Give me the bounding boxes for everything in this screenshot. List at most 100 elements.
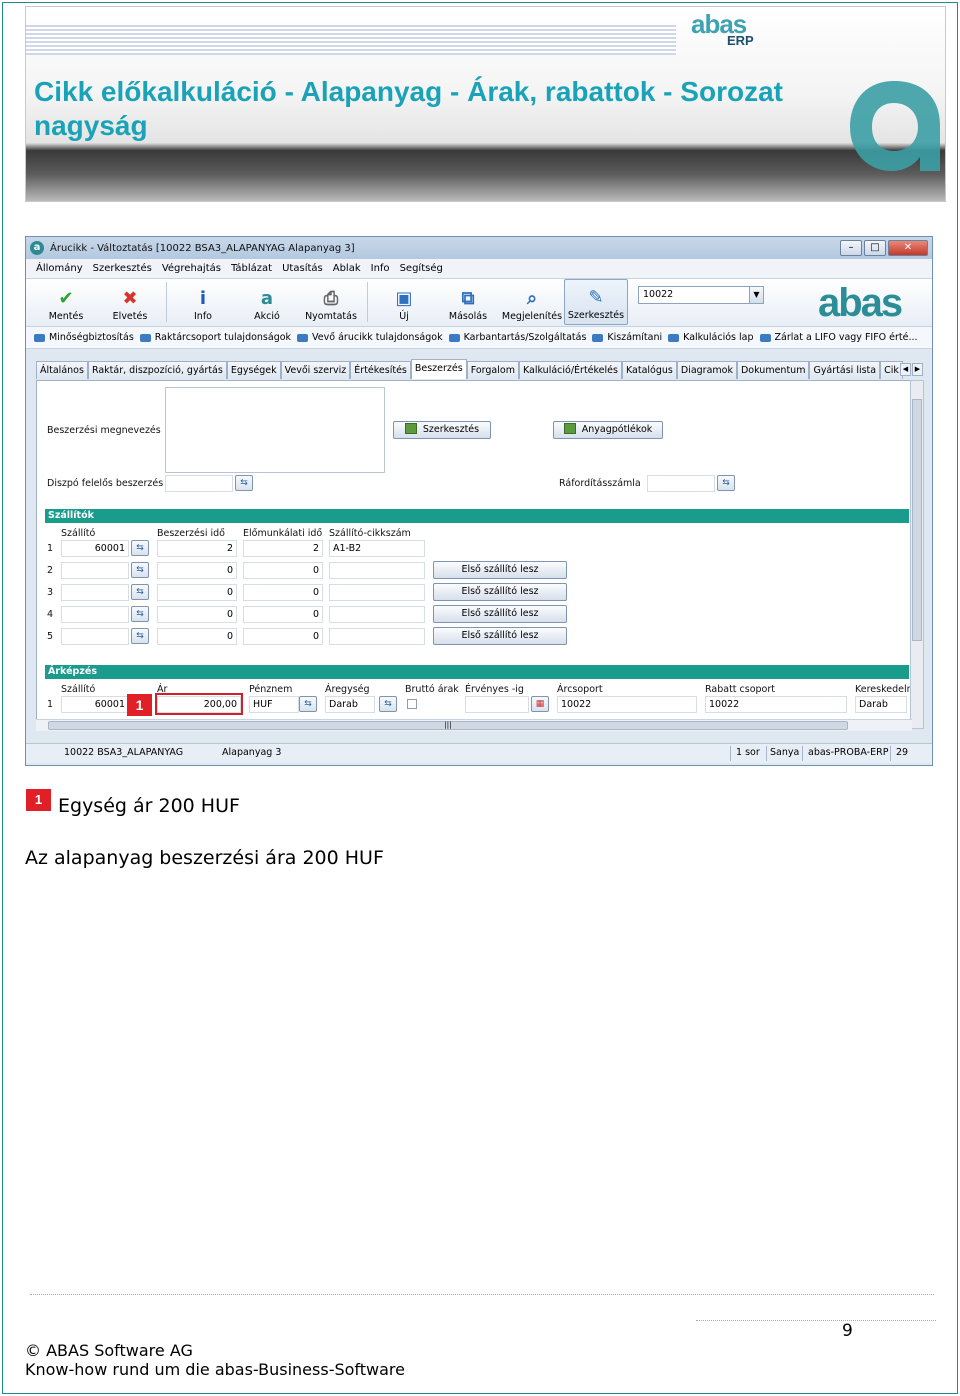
tab-document[interactable]: Dokumentum bbox=[736, 361, 810, 379]
new-button[interactable]: ▣ Új bbox=[372, 279, 436, 325]
print-button[interactable]: ⎙ Nyomtatás bbox=[299, 279, 363, 325]
scroll-thumb[interactable] bbox=[912, 399, 922, 641]
tab-catalog[interactable]: Katalógus bbox=[621, 361, 677, 379]
lead-time-field[interactable]: 0 bbox=[157, 628, 237, 645]
prep-time-field[interactable]: 2 bbox=[243, 540, 323, 557]
supplier-item-field[interactable]: A1-B2 bbox=[329, 540, 425, 557]
menu-table[interactable]: Táblázat bbox=[231, 263, 272, 274]
make-first-supplier-button[interactable]: Első szállító lesz bbox=[433, 583, 567, 601]
tab-turnover[interactable]: Forgalom bbox=[466, 361, 519, 379]
make-first-supplier-button[interactable]: Első szállító lesz bbox=[433, 605, 567, 623]
trade-unit-field[interactable]: Darab bbox=[855, 696, 907, 713]
tab-purchasing[interactable]: Beszerzés bbox=[410, 359, 467, 379]
supplier-field[interactable] bbox=[61, 562, 129, 579]
lookup-icon[interactable]: ⇆ bbox=[131, 606, 149, 622]
price-group-field[interactable]: 10022 bbox=[557, 696, 697, 713]
link-maintenance[interactable]: Karbantartás/Szolgáltatás bbox=[448, 332, 586, 343]
link-calculate[interactable]: Kiszámítani bbox=[592, 332, 662, 343]
horizontal-scrollbar[interactable]: ||| bbox=[36, 719, 912, 731]
lookup-icon[interactable]: ⇆ bbox=[131, 562, 149, 578]
search-value: 10022 bbox=[643, 289, 674, 300]
tab-diagrams[interactable]: Diagramok bbox=[676, 361, 737, 379]
footer-tagline: Know-how rund um die abas-Business-Softw… bbox=[25, 1360, 405, 1379]
tab-general[interactable]: Általános bbox=[36, 361, 88, 379]
minimize-icon[interactable]: – bbox=[840, 240, 862, 256]
discard-button[interactable]: ✖ Elvetés bbox=[98, 279, 162, 325]
supplier-field[interactable] bbox=[61, 628, 129, 645]
calendar-icon[interactable]: ▦ bbox=[531, 696, 549, 712]
lead-time-field[interactable]: 0 bbox=[157, 584, 237, 601]
discount-group-field[interactable]: 10022 bbox=[705, 696, 847, 713]
chevron-down-icon[interactable]: ▼ bbox=[749, 287, 763, 303]
record-search-input[interactable]: 10022 ▼ bbox=[638, 286, 764, 304]
lookup-icon[interactable]: ⇆ bbox=[235, 475, 253, 491]
prep-time-field[interactable]: 0 bbox=[243, 584, 323, 601]
lookup-icon[interactable]: ⇆ bbox=[131, 584, 149, 600]
supplier-field[interactable] bbox=[61, 584, 129, 601]
edit-text-button[interactable]: Szerkesztés bbox=[393, 421, 491, 439]
menu-help[interactable]: Segítség bbox=[400, 263, 443, 274]
make-first-supplier-button[interactable]: Első szállító lesz bbox=[433, 627, 567, 645]
prep-time-field[interactable]: 0 bbox=[243, 628, 323, 645]
price-supplier-field[interactable]: 60001 bbox=[61, 696, 129, 713]
lookup-icon[interactable]: ⇆ bbox=[299, 696, 317, 712]
supplier-item-field[interactable] bbox=[329, 628, 425, 645]
maximize-icon[interactable]: □ bbox=[864, 240, 886, 256]
link-quality[interactable]: Minőségbiztosítás bbox=[34, 332, 134, 343]
vertical-scrollbar[interactable] bbox=[910, 380, 924, 729]
purchase-name-textarea[interactable] bbox=[165, 387, 385, 473]
expense-account-field[interactable] bbox=[647, 475, 715, 492]
tab-units[interactable]: Egységek bbox=[226, 361, 281, 379]
lookup-icon[interactable]: ⇆ bbox=[379, 696, 397, 712]
lead-time-field[interactable]: 2 bbox=[157, 540, 237, 557]
link-customer-item[interactable]: Vevő árucikk tulajdonságok bbox=[297, 332, 443, 343]
tab-sales[interactable]: Értékesítés bbox=[350, 361, 411, 379]
menu-file[interactable]: Állomány bbox=[36, 263, 83, 274]
link-closing[interactable]: Zárlat a LIFO vagy FIFO érté... bbox=[759, 332, 918, 343]
copy-button[interactable]: ⧉ Másolás bbox=[436, 279, 500, 325]
menu-execute[interactable]: Végrehajtás bbox=[162, 263, 221, 274]
link-warehouse-group[interactable]: Raktárcsoport tulajdonságok bbox=[139, 332, 292, 343]
tab-production-list[interactable]: Gyártási lista bbox=[809, 361, 881, 379]
tab-warehouse[interactable]: Raktár, diszpozíció, gyártás bbox=[87, 361, 227, 379]
save-button[interactable]: ✔ Mentés bbox=[34, 279, 98, 325]
gross-prices-checkbox[interactable] bbox=[407, 699, 417, 709]
close-icon[interactable]: ✕ bbox=[888, 240, 928, 256]
menu-window[interactable]: Ablak bbox=[333, 263, 361, 274]
row-number: 3 bbox=[47, 587, 54, 598]
supplier-item-field[interactable] bbox=[329, 584, 425, 601]
material-surcharges-button[interactable]: Anyagpótlékok bbox=[553, 421, 663, 439]
lookup-icon[interactable]: ⇆ bbox=[131, 628, 149, 644]
view-button[interactable]: ⌕ Megjelenítés bbox=[500, 279, 564, 325]
valid-until-field[interactable] bbox=[465, 696, 529, 713]
tab-customer-service[interactable]: Vevői szerviz bbox=[280, 361, 351, 379]
dispo-field[interactable] bbox=[165, 475, 233, 492]
supplier-field[interactable] bbox=[61, 606, 129, 623]
chevron-left-icon[interactable]: ◀ bbox=[900, 363, 911, 376]
lookup-icon[interactable]: ⇆ bbox=[717, 475, 735, 491]
supplier-item-field[interactable] bbox=[329, 562, 425, 579]
prep-time-field[interactable]: 0 bbox=[243, 606, 323, 623]
menu-edit[interactable]: Szerkesztés bbox=[93, 263, 152, 274]
supplier-item-field[interactable] bbox=[329, 606, 425, 623]
action-button[interactable]: a Akció bbox=[235, 279, 299, 325]
info-button[interactable]: i Info bbox=[171, 279, 235, 325]
menu-command[interactable]: Utasítás bbox=[282, 263, 323, 274]
link-calc-sheet[interactable]: Kalkulációs lap bbox=[668, 332, 754, 343]
new-label: Új bbox=[399, 311, 409, 322]
chevron-right-icon[interactable]: ▶ bbox=[912, 363, 923, 376]
lookup-icon[interactable]: ⇆ bbox=[131, 540, 149, 556]
lead-time-field[interactable]: 0 bbox=[157, 606, 237, 623]
price-unit-field[interactable]: Darab bbox=[325, 696, 375, 713]
menu-info[interactable]: Info bbox=[371, 263, 390, 274]
link-label: Raktárcsoport tulajdonságok bbox=[154, 332, 292, 343]
lead-time-field[interactable]: 0 bbox=[157, 562, 237, 579]
prep-time-field[interactable]: 0 bbox=[243, 562, 323, 579]
tab-calculation[interactable]: Kalkuláció/Értékelés bbox=[518, 361, 622, 379]
edit-button[interactable]: ✎ Szerkesztés bbox=[564, 279, 628, 325]
currency-field[interactable]: HUF bbox=[249, 696, 299, 713]
supplier-field[interactable]: 60001 bbox=[61, 540, 129, 557]
scroll-thumb[interactable]: ||| bbox=[48, 721, 848, 730]
view-label: Megjelenítés bbox=[501, 311, 563, 322]
make-first-supplier-button[interactable]: Első szállító lesz bbox=[433, 561, 567, 579]
